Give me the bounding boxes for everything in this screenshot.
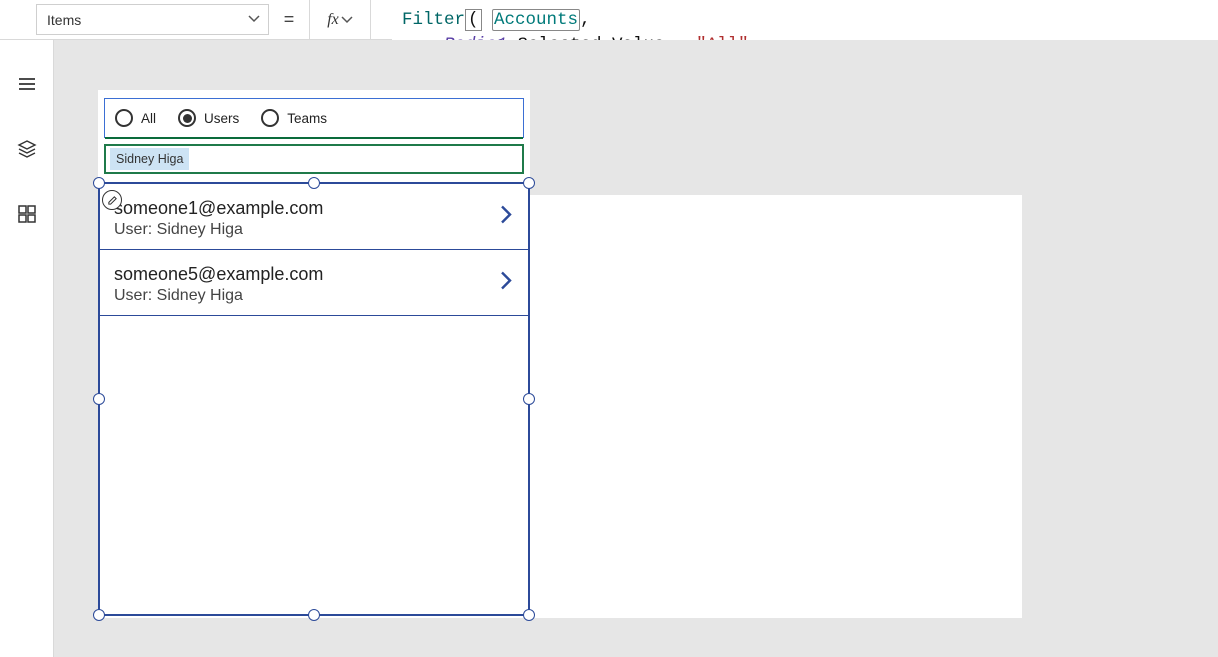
combobox[interactable]: Sidney Higa — [104, 144, 524, 174]
resize-handle[interactable] — [523, 393, 535, 405]
resize-handle[interactable] — [523, 609, 535, 621]
selection-underline — [105, 137, 523, 140]
resize-handle[interactable] — [93, 609, 105, 621]
resize-handle[interactable] — [523, 177, 535, 189]
item-email: someone5@example.com — [114, 264, 514, 285]
radio-label: All — [141, 111, 156, 126]
chevron-right-icon[interactable] — [498, 202, 514, 231]
resize-handle[interactable] — [93, 393, 105, 405]
item-owner: User: Sidney Higa — [114, 287, 514, 305]
tree-view-icon[interactable] — [17, 74, 37, 99]
gallery-item[interactable]: someone1@example.com User: Sidney Higa — [100, 184, 528, 250]
property-dropdown[interactable]: Items — [36, 4, 269, 35]
left-rail — [0, 40, 54, 657]
edit-icon[interactable] — [102, 190, 122, 210]
radio-icon — [115, 109, 133, 127]
radio-all[interactable]: All — [115, 109, 156, 127]
item-owner: User: Sidney Higa — [114, 221, 514, 239]
radio-users[interactable]: Users — [178, 109, 239, 127]
chevron-down-icon — [248, 12, 260, 28]
fx-button[interactable]: fx — [309, 0, 371, 39]
radio-icon-selected — [178, 109, 196, 127]
radio-icon — [261, 109, 279, 127]
components-icon[interactable] — [17, 204, 37, 229]
radio-label: Teams — [287, 111, 327, 126]
app-screen: All Users Teams Sidney Higa someone1@exa… — [98, 90, 530, 616]
radio-group[interactable]: All Users Teams — [104, 98, 524, 138]
radio-label: Users — [204, 111, 239, 126]
canvas[interactable]: All Users Teams Sidney Higa someone1@exa… — [54, 40, 1218, 657]
gallery-item[interactable]: someone5@example.com User: Sidney Higa — [100, 250, 528, 316]
item-email: someone1@example.com — [114, 198, 514, 219]
resize-handle[interactable] — [308, 609, 320, 621]
resize-handle[interactable] — [308, 177, 320, 189]
chevron-right-icon[interactable] — [498, 268, 514, 297]
chevron-down-icon — [341, 14, 353, 26]
resize-handle[interactable] — [93, 177, 105, 189]
property-name: Items — [47, 12, 81, 28]
combobox-tag[interactable]: Sidney Higa — [110, 148, 189, 170]
gallery[interactable]: someone1@example.com User: Sidney Higa s… — [98, 182, 530, 616]
equals-label: = — [269, 0, 309, 39]
fx-icon: fx — [327, 11, 339, 29]
radio-teams[interactable]: Teams — [261, 109, 327, 127]
layers-icon[interactable] — [17, 139, 37, 164]
